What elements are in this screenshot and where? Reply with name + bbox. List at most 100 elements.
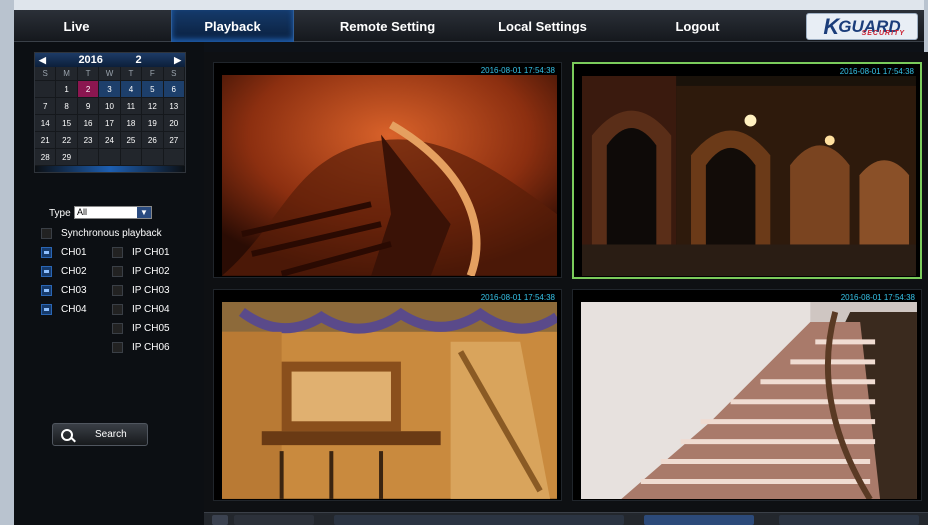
search-icon bbox=[61, 428, 73, 441]
ip-channel-label: IP CH06 bbox=[132, 342, 170, 353]
camera-image-arcade-night bbox=[582, 76, 916, 277]
calendar-day bbox=[163, 149, 185, 166]
calendar-day[interactable]: 19 bbox=[142, 115, 164, 132]
camera-image-spiral-staircase bbox=[222, 75, 557, 276]
search-button[interactable]: Search bbox=[52, 423, 148, 446]
calendar-dow: S bbox=[163, 67, 185, 81]
calendar-dow: S bbox=[35, 67, 57, 81]
kguard-logo: K GUARD SECURITY bbox=[806, 13, 918, 40]
nav-logout[interactable]: Logout bbox=[635, 10, 760, 42]
prev-month-icon[interactable]: ◀ bbox=[39, 55, 46, 66]
calendar-day[interactable]: 6 bbox=[163, 81, 185, 98]
calendar-day[interactable]: 8 bbox=[56, 98, 78, 115]
progress-slider[interactable] bbox=[644, 515, 754, 525]
type-select[interactable]: All ▼ bbox=[74, 206, 152, 219]
ip-channel-checkbox[interactable] bbox=[112, 323, 123, 334]
ip-channel-checkbox[interactable] bbox=[112, 342, 123, 353]
camera-view-2[interactable]: 2016-08-01 17:54:38 bbox=[572, 62, 922, 279]
ip-channel-checkbox[interactable] bbox=[112, 285, 123, 296]
ip-channel-label: IP CH03 bbox=[132, 285, 170, 296]
nav-local-settings[interactable]: Local Settings bbox=[480, 10, 605, 42]
calendar-day[interactable]: 17 bbox=[99, 115, 121, 132]
camera-image-curved-stairs bbox=[581, 302, 917, 500]
calendar-day[interactable]: 23 bbox=[77, 132, 100, 149]
chevron-down-icon[interactable]: ▼ bbox=[137, 207, 151, 218]
calendar-day[interactable]: 24 bbox=[99, 132, 121, 149]
calendar-day[interactable]: 1 bbox=[56, 81, 78, 98]
window-frame-left bbox=[0, 0, 14, 525]
calendar: ◀ 2016 2 ▶ S M T W T F S 1 2 3 4 5 6 7 8 9 10 11 12 13 14 15 1… bbox=[34, 52, 186, 173]
calendar-day[interactable]: 9 bbox=[77, 98, 100, 115]
calendar-day bbox=[142, 149, 164, 166]
calendar-day bbox=[120, 149, 143, 166]
calendar-dow: W bbox=[99, 67, 121, 81]
calendar-day[interactable]: 4 bbox=[120, 81, 143, 98]
ip-channel-checkbox[interactable] bbox=[112, 247, 123, 258]
sync-playback-label: Synchronous playback bbox=[61, 228, 162, 239]
calendar-day[interactable]: 3 bbox=[99, 81, 121, 98]
calendar-day[interactable]: 13 bbox=[163, 98, 185, 115]
type-label: Type bbox=[49, 208, 71, 219]
channel-label: CH04 bbox=[61, 304, 87, 315]
search-label: Search bbox=[95, 429, 127, 440]
calendar-day[interactable]: 11 bbox=[120, 98, 143, 115]
type-value: All bbox=[77, 207, 88, 217]
camera-timestamp: 2016-08-01 17:54:38 bbox=[840, 293, 915, 302]
calendar-day[interactable]: 16 bbox=[77, 115, 100, 132]
calendar-day bbox=[77, 149, 100, 166]
calendar-dow: T bbox=[120, 67, 143, 81]
camera-view-1[interactable]: 2016-08-01 17:54:38 bbox=[213, 62, 562, 278]
calendar-day[interactable]: 21 bbox=[35, 132, 57, 149]
next-month-icon[interactable]: ▶ bbox=[174, 55, 181, 66]
channel-label: CH03 bbox=[61, 285, 87, 296]
nav-live[interactable]: Live bbox=[14, 10, 139, 42]
channel-checkbox[interactable] bbox=[41, 304, 52, 315]
ip-channel-label: IP CH01 bbox=[132, 247, 170, 258]
camera-view-4[interactable]: 2016-08-01 17:54:38 bbox=[572, 289, 922, 501]
playback-buttons[interactable] bbox=[334, 515, 624, 525]
ip-channel-label: IP CH02 bbox=[132, 266, 170, 277]
nav-remote-setting[interactable]: Remote Setting bbox=[325, 10, 450, 42]
calendar-day[interactable]: 14 bbox=[35, 115, 57, 132]
sync-playback-checkbox[interactable] bbox=[41, 228, 52, 239]
layout-buttons[interactable] bbox=[779, 515, 919, 525]
calendar-day[interactable]: 5 bbox=[142, 81, 164, 98]
calendar-grid: S M T W T F S 1 2 3 4 5 6 7 8 9 10 11 12 13 14 15 16 17 18 19 20 21… bbox=[35, 67, 185, 166]
ip-channel-checkbox[interactable] bbox=[112, 266, 123, 277]
calendar-day[interactable]: 28 bbox=[35, 149, 57, 166]
calendar-dow: T bbox=[77, 67, 100, 81]
calendar-day[interactable]: 29 bbox=[56, 149, 78, 166]
ip-channel-checkbox[interactable] bbox=[112, 304, 123, 315]
calendar-day[interactable]: 20 bbox=[163, 115, 185, 132]
camera-image-log-cabin bbox=[222, 302, 557, 499]
calendar-day[interactable]: 18 bbox=[120, 115, 143, 132]
camera-view-3[interactable]: 2016-08-01 17:54:38 bbox=[213, 289, 562, 501]
sidebar: ◀ 2016 2 ▶ S M T W T F S 1 2 3 4 5 6 7 8 9 10 11 12 13 14 15 1… bbox=[14, 42, 204, 525]
volume-slider[interactable] bbox=[234, 515, 314, 525]
calendar-day[interactable]: 25 bbox=[120, 132, 143, 149]
channel-checkbox[interactable] bbox=[41, 247, 52, 258]
calendar-day[interactable]: 15 bbox=[56, 115, 78, 132]
channel-checkbox[interactable] bbox=[41, 285, 52, 296]
calendar-day[interactable]: 7 bbox=[35, 98, 57, 115]
playback-viewer: 2016-08-01 17:54:38 2016-08-01 17:54:38 bbox=[204, 52, 928, 514]
nav-playback[interactable]: Playback bbox=[171, 10, 294, 42]
calendar-dow: F bbox=[142, 67, 164, 81]
calendar-day bbox=[35, 81, 57, 98]
top-nav-bar: Live Playback Remote Setting Local Setti… bbox=[14, 10, 924, 42]
calendar-year: 2016 bbox=[78, 54, 103, 66]
calendar-day[interactable]: 26 bbox=[142, 132, 164, 149]
calendar-day[interactable]: 2 bbox=[77, 81, 100, 98]
volume-icon[interactable] bbox=[212, 515, 228, 525]
camera-timestamp: 2016-08-01 17:54:38 bbox=[480, 293, 555, 302]
calendar-day[interactable]: 12 bbox=[142, 98, 164, 115]
calendar-header: ◀ 2016 2 ▶ bbox=[35, 53, 185, 67]
calendar-day[interactable]: 27 bbox=[163, 132, 185, 149]
window-frame-top bbox=[0, 0, 928, 10]
calendar-footer bbox=[35, 166, 185, 172]
channel-label: CH02 bbox=[61, 266, 87, 277]
calendar-dow: M bbox=[56, 67, 78, 81]
calendar-day[interactable]: 22 bbox=[56, 132, 78, 149]
calendar-day[interactable]: 10 bbox=[99, 98, 121, 115]
channel-checkbox[interactable] bbox=[41, 266, 52, 277]
